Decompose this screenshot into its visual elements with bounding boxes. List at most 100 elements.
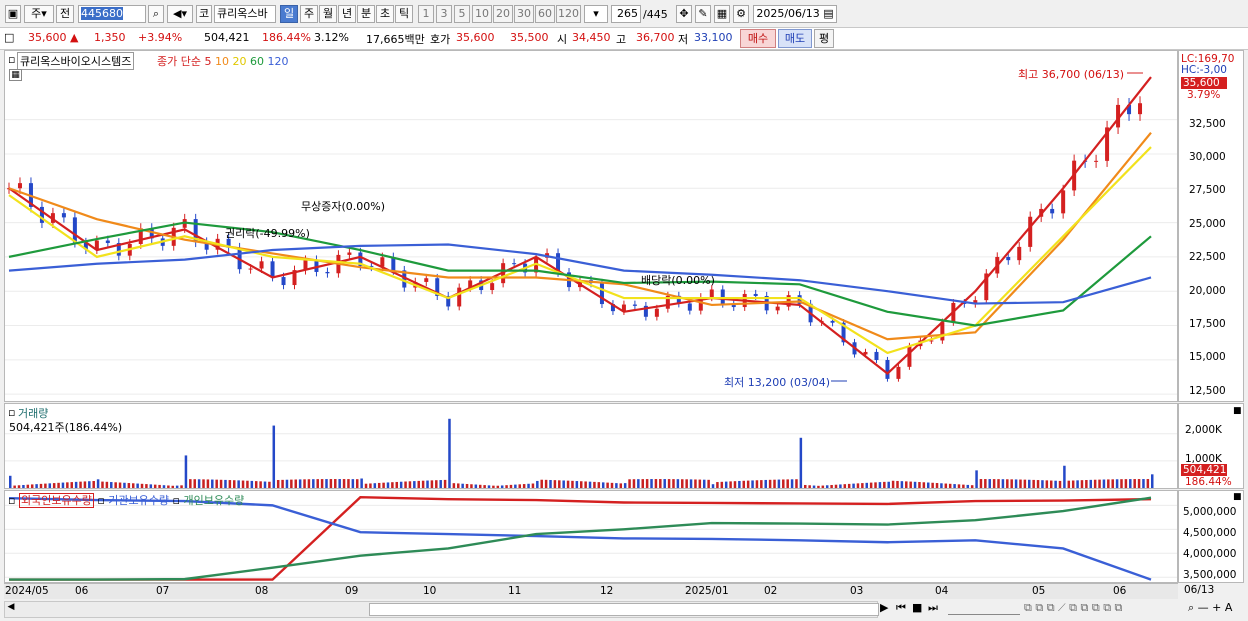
y-tick: 15,000 xyxy=(1189,351,1226,363)
volume-bar xyxy=(755,480,759,488)
crosshair-icon[interactable]: ✥ xyxy=(676,5,692,23)
period-minute[interactable]: 분 xyxy=(357,5,375,23)
candle-body xyxy=(270,261,275,278)
period-second[interactable]: 초 xyxy=(376,5,394,23)
interval-30[interactable]: 30 xyxy=(514,5,534,23)
volume-bar xyxy=(861,483,864,488)
period-week[interactable]: 주 xyxy=(300,5,318,23)
scroll-left-icon[interactable]: ◀ xyxy=(5,602,17,617)
volume-bar xyxy=(698,479,702,488)
last-icon[interactable]: ⏭ xyxy=(928,601,938,615)
volume-bar xyxy=(558,480,561,488)
interval-10[interactable]: 10 xyxy=(472,5,492,23)
holdings-panel[interactable]: ▫ 외국인보유수량 ▫ 기관보유수량 ▫ 개인보유수량 xyxy=(4,490,1178,583)
volume-panel[interactable]: ▫ 거래량 504,421주(186.44%) xyxy=(4,403,1178,489)
stock-code-value: 445680 xyxy=(81,7,123,20)
stock-name-label[interactable]: 큐리옥스바이오시스템즈 xyxy=(17,52,135,70)
ma120-line xyxy=(8,243,1152,305)
gear-icon[interactable]: ⚙ xyxy=(733,5,749,23)
search-icon[interactable]: ⌕ xyxy=(148,5,164,23)
volume-bar xyxy=(650,479,653,488)
ask-label: 호가 xyxy=(430,33,451,46)
prev-button[interactable]: 전 xyxy=(56,5,74,23)
volume-bar xyxy=(1120,479,1123,488)
ma-60: 60 xyxy=(249,55,264,68)
volume-bar xyxy=(632,479,636,488)
panel-grip-icon: ▫ xyxy=(8,53,16,66)
volume-bar xyxy=(575,481,579,488)
volume-bar xyxy=(215,479,218,488)
sell-button[interactable]: 매도 xyxy=(778,29,812,48)
period-month[interactable]: 월 xyxy=(319,5,337,23)
event-dividend-off: 배당락(0.00%) xyxy=(641,274,715,287)
stop-icon[interactable]: ■ xyxy=(912,601,922,614)
x-tick: 09 xyxy=(345,585,359,597)
institution-holding-line xyxy=(8,496,1152,581)
period-year[interactable]: 년 xyxy=(338,5,356,23)
interval-60[interactable]: 60 xyxy=(535,5,555,23)
volume-bar xyxy=(1014,479,1018,488)
legend-individual[interactable]: 개인보유수량 xyxy=(183,494,244,507)
scroll-right-icon[interactable]: ▶ xyxy=(880,601,888,614)
panel-close-icon[interactable]: ■ xyxy=(1233,492,1242,502)
period-tick[interactable]: 틱 xyxy=(395,5,413,23)
stock-code-input[interactable]: 445680 xyxy=(78,5,146,23)
volume-bar xyxy=(922,482,926,488)
interval-1[interactable]: 1 xyxy=(418,5,434,23)
hold-y-tick: 5,000,000 xyxy=(1183,506,1237,518)
price-panel[interactable]: ▫ 큐리옥스바이오시스템즈 종가 단순 5 10 20 60 120 ▦ 최고 … xyxy=(4,50,1178,402)
volume-bar xyxy=(685,479,688,488)
interval-3[interactable]: 3 xyxy=(436,5,452,23)
speaker-icon[interactable]: ◀▾ xyxy=(167,5,193,23)
zoom-slider[interactable] xyxy=(948,601,1020,615)
count-input[interactable]: 265 xyxy=(611,5,641,23)
zoom-controls[interactable]: ⌕ — + A xyxy=(1188,601,1232,615)
volume-bar xyxy=(953,484,956,488)
ma-legend[interactable]: 종가 단순 5 10 20 60 120 xyxy=(157,53,288,69)
eval-button[interactable]: 평 xyxy=(814,29,834,48)
volume-bar xyxy=(702,479,706,488)
stock-name-field[interactable]: 큐리옥스바 xyxy=(214,5,276,23)
vol-y-tick: 2,000K xyxy=(1185,424,1222,436)
save-icon[interactable]: ▦ xyxy=(714,5,730,23)
table-icon[interactable]: ▦ xyxy=(9,69,22,81)
candle-body xyxy=(1061,190,1066,214)
volume-bar xyxy=(171,485,175,488)
interval-5[interactable]: 5 xyxy=(454,5,470,23)
buy-button[interactable]: 매수 xyxy=(740,29,776,48)
date-input[interactable]: 2025/06/13 ▤ xyxy=(753,5,837,23)
volume-bar xyxy=(131,483,135,488)
volume-bar xyxy=(905,481,908,488)
first-icon[interactable]: ⏮ xyxy=(896,601,906,615)
volume-bar xyxy=(944,483,948,488)
holdings-legend[interactable]: ▫ 외국인보유수량 ▫ 기관보유수량 ▫ 개인보유수량 xyxy=(8,492,244,508)
ma-title: 종가 단순 xyxy=(157,55,201,68)
legend-foreign[interactable]: 외국인보유수량 xyxy=(18,493,94,508)
market-select[interactable]: 주▾ xyxy=(24,5,54,23)
volume-bar xyxy=(887,481,890,488)
volume-bar xyxy=(250,480,254,488)
hold-y-tick: 4,000,000 xyxy=(1183,548,1237,560)
volume-bar xyxy=(237,480,240,488)
volume-bar xyxy=(966,484,970,488)
chart-tools-icon[interactable]: ⧉ ⧉ ⧉ ⟋ ⧉ ⧉ ⧉ ⧉ ⧉ xyxy=(1024,601,1122,615)
window-menu-icon[interactable]: ▣ xyxy=(5,5,21,23)
legend-institution[interactable]: 기관보유수량 xyxy=(108,494,169,507)
volume-bar xyxy=(1010,479,1013,488)
horizontal-scrollbar[interactable]: ◀ xyxy=(4,601,879,618)
volume-bar xyxy=(206,479,210,488)
info-icon[interactable]: □ xyxy=(4,31,14,44)
ma-5: 5 xyxy=(204,55,212,68)
panel-close-icon[interactable]: ■ xyxy=(1233,406,1242,416)
interval-20[interactable]: 20 xyxy=(493,5,513,23)
market-kind-button[interactable]: 코 xyxy=(196,5,212,23)
volume-bar xyxy=(825,485,829,488)
candle-body xyxy=(874,351,879,360)
interval-dropdown[interactable]: ▾ xyxy=(584,5,608,23)
volume-bar xyxy=(681,479,684,488)
draw-tool-icon[interactable]: ✎ xyxy=(695,5,711,23)
y-tick: 30,000 xyxy=(1189,151,1226,163)
period-day[interactable]: 일 xyxy=(280,5,298,23)
interval-120[interactable]: 120 xyxy=(556,5,581,23)
scroll-thumb[interactable] xyxy=(369,603,879,616)
